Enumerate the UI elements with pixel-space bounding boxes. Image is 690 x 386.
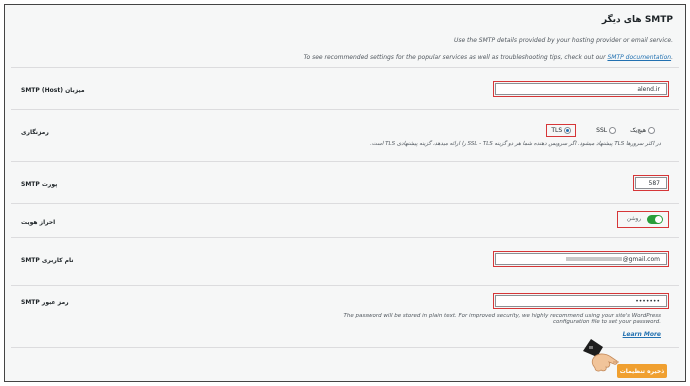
radio-ssl[interactable]: [609, 127, 617, 134]
pointer-hand-icon: [583, 339, 619, 372]
encryption-option-tls[interactable]: TLS: [546, 124, 577, 137]
radio-tls[interactable]: [564, 127, 572, 134]
learn-more-link[interactable]: Learn More: [623, 331, 661, 338]
encryption-label: رمزنگاری: [21, 129, 49, 136]
save-settings-button[interactable]: ذخیره تنظیمات: [617, 364, 667, 378]
host-input[interactable]: alend.ir: [493, 81, 669, 97]
docs-prefix: To see recommended settings for the popu…: [303, 54, 606, 61]
host-label: میزبان (Host) SMTP: [21, 87, 85, 94]
smtp-header: SMTP های دیگر Use the SMTP details provi…: [33, 15, 673, 61]
port-input[interactable]: 587: [633, 175, 669, 191]
blurred-email: [565, 257, 622, 261]
password-note: The password will be stored in plain tex…: [343, 313, 661, 325]
encryption-option-none[interactable]: هیچ‌یک: [630, 127, 655, 134]
smtp-settings-panel: SMTP های دیگر Use the SMTP details provi…: [4, 4, 686, 382]
encryption-radio-group: هیچ‌یک SSL TLS: [546, 124, 655, 137]
password-label: رمز عبور SMTP: [21, 299, 69, 306]
docs-description: To see recommended settings for the popu…: [33, 54, 673, 61]
auth-toggle[interactable]: [647, 215, 663, 224]
password-input[interactable]: •••••••: [493, 293, 669, 309]
section-description: Use the SMTP details provided by your ho…: [453, 37, 673, 44]
section-title: SMTP های دیگر: [601, 15, 673, 25]
encryption-option-ssl[interactable]: SSL: [596, 127, 617, 134]
docs-suffix: .: [671, 54, 673, 61]
encryption-note: در اکثر سرورها TLS پیشنهاد میشود. اگر سر…: [370, 141, 661, 147]
divider: [11, 67, 679, 68]
divider: [11, 203, 679, 204]
username-input[interactable]: @gmail.com: [493, 251, 669, 267]
username-label: نام کاربری SMTP: [21, 257, 74, 264]
divider: [11, 237, 679, 238]
divider: [11, 161, 679, 162]
divider: [11, 109, 679, 110]
auth-label: احراز هویت: [21, 219, 56, 226]
smtp-documentation-link[interactable]: SMTP documentation: [607, 54, 671, 61]
radio-none[interactable]: [648, 127, 655, 134]
auth-toggle-label: روشن: [626, 216, 641, 222]
port-label: پورت SMTP: [21, 181, 58, 188]
divider: [11, 285, 679, 286]
